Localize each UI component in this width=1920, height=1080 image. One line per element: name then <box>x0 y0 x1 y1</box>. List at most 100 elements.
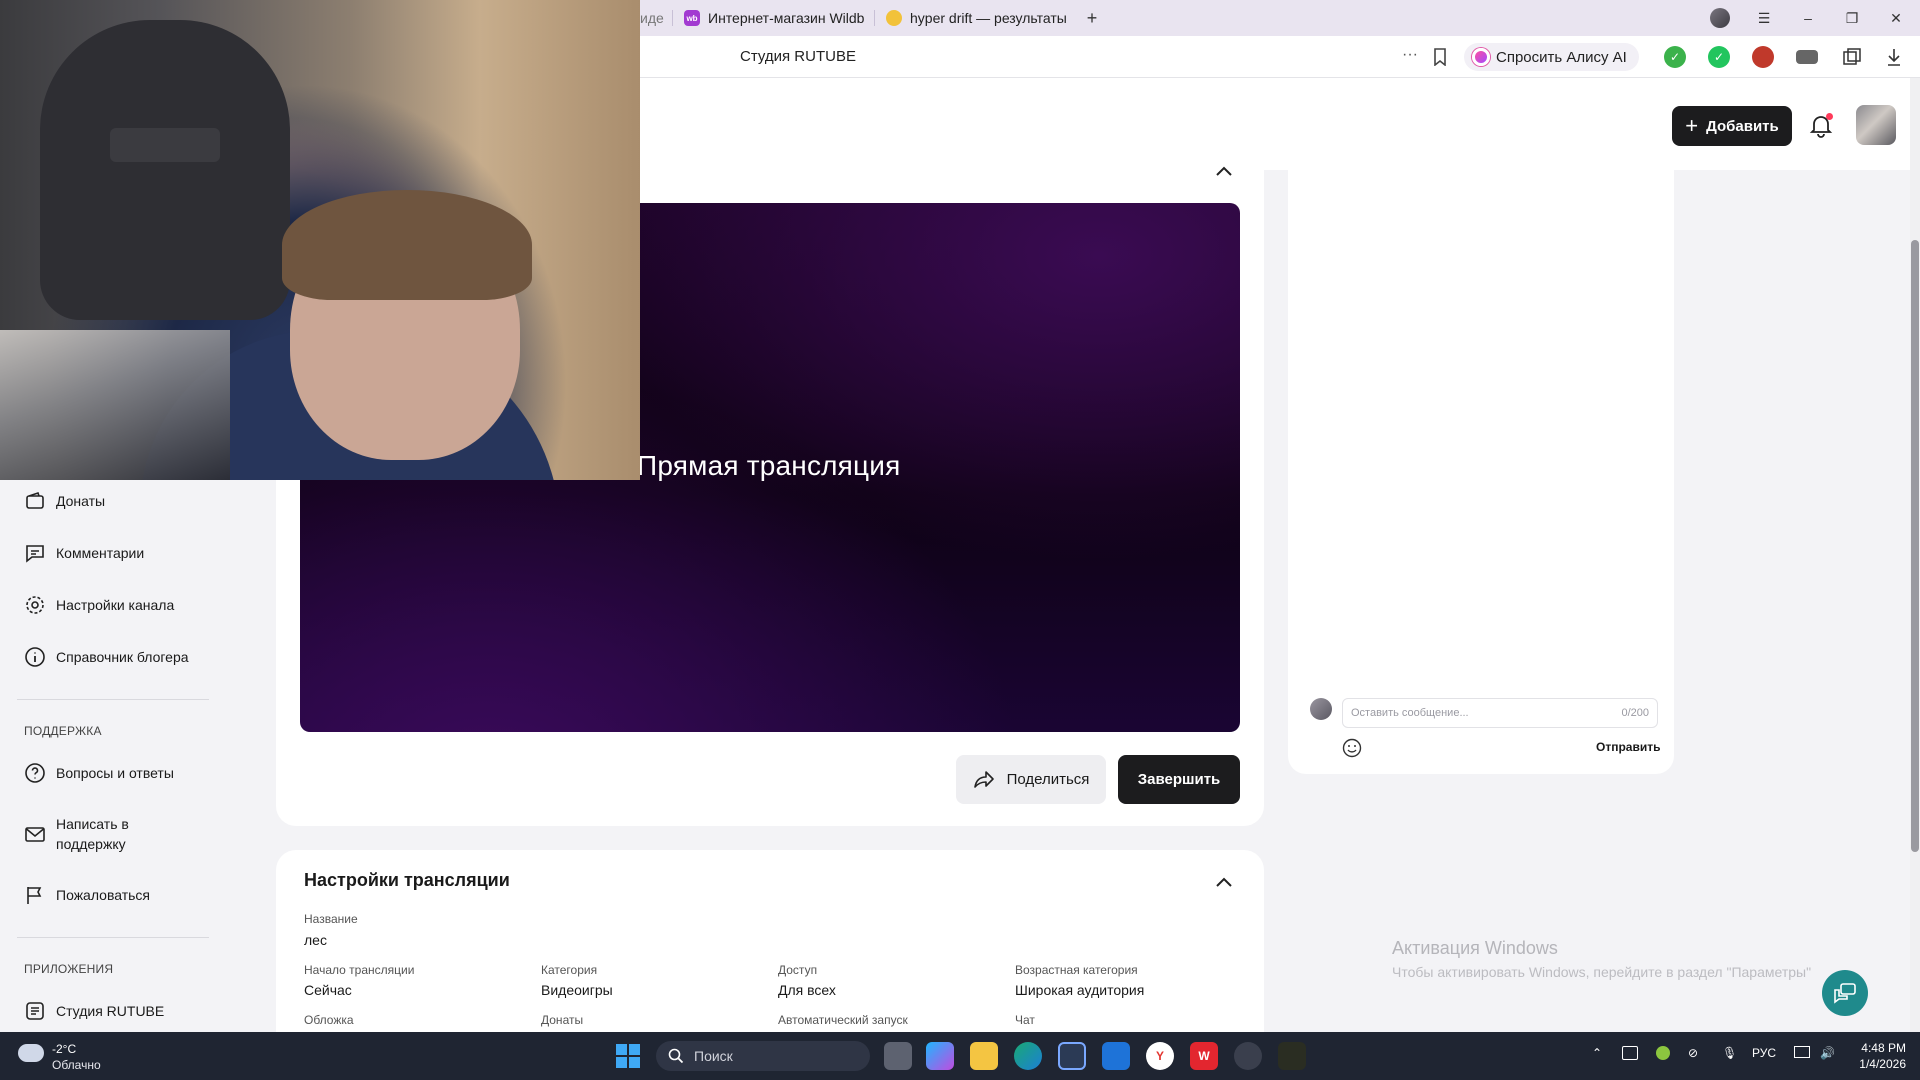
chat-counter: 0/200 <box>1621 707 1649 719</box>
chevron-up-icon[interactable] <box>1214 164 1234 178</box>
taskbar-search[interactable]: Поиск <box>656 1041 870 1071</box>
search-icon <box>668 1048 684 1064</box>
alice-icon <box>1472 48 1490 66</box>
store-icon[interactable] <box>1058 1042 1086 1070</box>
microphone-icon[interactable]: 🎙 <box>1722 1046 1737 1060</box>
sidebar-item-contact-support[interactable]: Написать в поддержку <box>24 814 144 854</box>
settings-title: Настройки трансляции <box>304 870 510 890</box>
page-title[interactable]: Студия RUTUBE <box>740 48 856 65</box>
tray-status-icon[interactable] <box>1656 1046 1670 1060</box>
avatar[interactable] <box>1856 105 1896 145</box>
send-button[interactable]: Отправить <box>1596 740 1660 754</box>
sidebar-item-blogger-guide[interactable]: Справочник блогера <box>24 646 189 668</box>
alice-label: Спросить Алису AI <box>1496 48 1627 66</box>
outlook-icon[interactable] <box>1102 1042 1130 1070</box>
task-view-icon[interactable] <box>884 1042 912 1070</box>
profile-icon[interactable] <box>1706 6 1734 30</box>
divider <box>17 699 209 700</box>
wallet-extension-icon[interactable] <box>1796 50 1818 64</box>
sidebar-item-label: Пожаловаться <box>56 887 151 903</box>
sidebar-item-label: Студия RUTUBE <box>56 1003 165 1019</box>
sidebar-item-rutube-studio[interactable]: Студия RUTUBE <box>24 1000 164 1022</box>
age-category-value[interactable]: Широкая аудитория <box>1015 982 1144 998</box>
webcam-overlay <box>0 0 640 480</box>
weather-temperature[interactable]: -2°C <box>52 1042 76 1056</box>
tray-chevron-icon[interactable]: ⌃ <box>1592 1046 1602 1060</box>
game-icon[interactable] <box>1278 1042 1306 1070</box>
chat-placeholder: Оставить сообщение... <box>1351 707 1469 719</box>
more-icon[interactable]: ··· <box>1402 46 1418 64</box>
restore-icon[interactable]: ❐ <box>1838 6 1866 30</box>
yandex-browser-icon[interactable]: Y <box>1146 1042 1174 1070</box>
wps-icon[interactable]: W <box>1190 1042 1218 1070</box>
player-title: Прямая трансляция <box>637 450 901 481</box>
weather-description[interactable]: Облачно <box>52 1058 101 1072</box>
chevron-up-icon[interactable] <box>1214 875 1234 889</box>
sidebar-item-label: Написать в поддержку <box>56 816 129 852</box>
sidebar-item-label: Настройки канала <box>56 597 175 613</box>
menu-icon[interactable]: ☰ <box>1750 6 1778 30</box>
scrollbar-thumb[interactable] <box>1911 240 1919 852</box>
language-indicator[interactable]: РУС <box>1752 1046 1776 1060</box>
obs-icon[interactable] <box>1234 1042 1262 1070</box>
emoji-icon[interactable] <box>1342 738 1362 758</box>
sidebar-item-faq[interactable]: Вопросы и ответы <box>24 762 174 784</box>
rutube-icon <box>26 1002 44 1020</box>
alice-button[interactable]: Спросить Алису AI <box>1464 43 1639 71</box>
tab-label: hyper drift — результаты <box>910 10 1066 26</box>
minimize-icon[interactable]: – <box>1794 6 1822 30</box>
add-button[interactable]: + Добавить <box>1672 106 1792 146</box>
download-icon[interactable] <box>1886 47 1902 67</box>
browser-tab[interactable]: иде <box>640 6 666 30</box>
flag-icon <box>27 887 42 904</box>
close-icon[interactable]: ✕ <box>1882 6 1910 30</box>
collections-icon[interactable] <box>1842 48 1862 66</box>
file-explorer-icon[interactable] <box>970 1042 998 1070</box>
tray-app-icon[interactable] <box>1622 1046 1638 1060</box>
access-value[interactable]: Для всех <box>778 982 836 998</box>
volume-icon[interactable]: 🔊 <box>1820 1046 1835 1060</box>
microsoft365-icon[interactable] <box>926 1042 954 1070</box>
sidebar: Донаты Комментарии Настройки канала Спра… <box>0 470 230 1032</box>
notifications-button[interactable] <box>1808 112 1834 138</box>
name-label: Название <box>304 912 358 926</box>
start-value[interactable]: Сейчас <box>304 982 352 998</box>
category-value[interactable]: Видеоигры <box>541 982 613 998</box>
edge-icon[interactable] <box>1014 1042 1042 1070</box>
browser-tab[interactable]: hyper drift — результаты <box>886 6 1066 30</box>
chat-panel <box>1288 170 1674 774</box>
sidebar-item-comments[interactable]: Комментарии <box>24 542 144 564</box>
category-label: Категория <box>541 963 598 977</box>
plus-icon: + <box>1685 113 1699 138</box>
tray-camera-off-icon[interactable]: ⊘ <box>1688 1046 1698 1060</box>
access-label: Доступ <box>778 963 818 977</box>
bookmark-icon[interactable] <box>1432 48 1448 66</box>
sidebar-item-label: Вопросы и ответы <box>56 765 174 781</box>
sidebar-item-donations[interactable]: Донаты <box>24 490 105 512</box>
wildberries-icon: wb <box>684 10 700 26</box>
chat-message-input[interactable]: Оставить сообщение... 0/200 <box>1342 698 1658 728</box>
end-stream-button[interactable]: Завершить <box>1118 755 1240 804</box>
tab-label: иде <box>640 10 664 26</box>
divider <box>17 937 209 938</box>
support-chat-button[interactable] <box>1822 970 1868 1016</box>
browser-tab[interactable]: wb Интернет-магазин Wildb <box>684 6 864 30</box>
start-button[interactable] <box>616 1044 640 1068</box>
search-label: Поиск <box>694 1048 733 1064</box>
new-tab-button[interactable]: + <box>1078 6 1106 30</box>
sidebar-item-label: Комментарии <box>56 545 145 561</box>
shield-icon[interactable]: ✓ <box>1664 46 1686 68</box>
share-button[interactable]: Поделиться <box>956 755 1106 804</box>
check-icon[interactable]: ✓ <box>1708 46 1730 68</box>
sidebar-item-label: Справочник блогера <box>56 649 189 665</box>
weather-cloud-icon[interactable] <box>18 1044 44 1062</box>
sidebar-item-channel-settings[interactable]: Настройки канала <box>24 594 174 616</box>
info-icon <box>25 647 45 667</box>
name-value[interactable]: лес <box>304 932 327 948</box>
sidebar-item-report[interactable]: Пожаловаться <box>24 884 150 906</box>
network-icon[interactable] <box>1794 1046 1810 1058</box>
start-label: Начало трансляции <box>304 963 415 977</box>
section-support: ПОДДЕРЖКА <box>24 724 102 738</box>
extension-icon[interactable] <box>1752 46 1774 68</box>
clock[interactable]: 4:48 PM 1/4/2026 <box>1856 1040 1906 1072</box>
